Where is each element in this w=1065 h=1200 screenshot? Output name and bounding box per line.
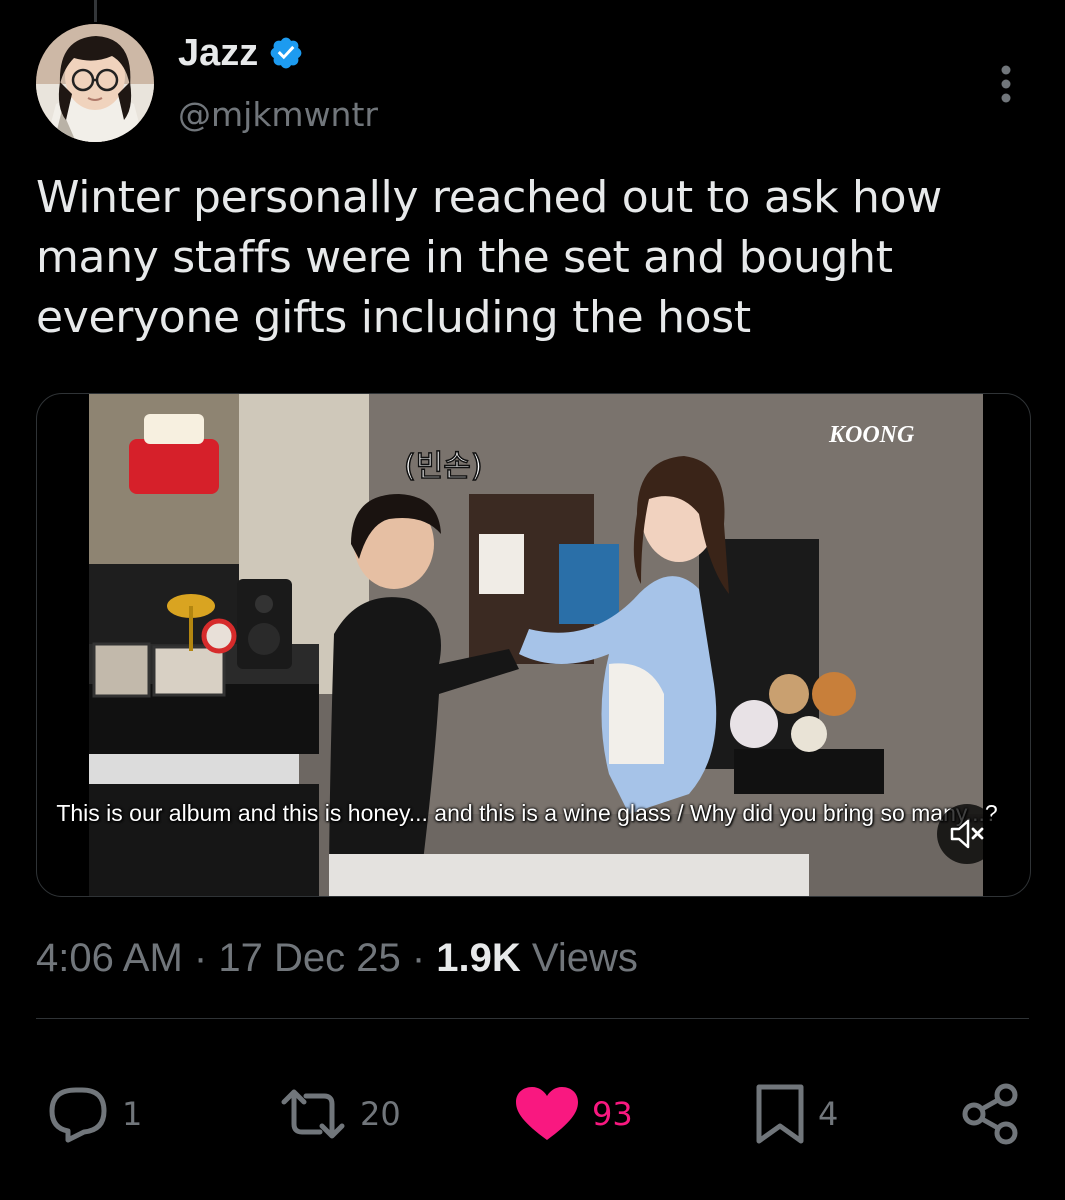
tweet-date[interactable]: 17 Dec 25 xyxy=(218,936,400,980)
video-overlay-title: (빈손) xyxy=(404,449,483,484)
reply-button[interactable]: 1 xyxy=(46,1082,142,1146)
repost-icon xyxy=(281,1089,345,1139)
like-button[interactable]: 93 xyxy=(514,1082,633,1146)
tweet-time[interactable]: 4:06 AM xyxy=(36,936,183,980)
author-name-row[interactable]: Jazz xyxy=(178,34,304,72)
like-count: 93 xyxy=(592,1095,633,1133)
verified-badge-icon xyxy=(268,35,304,71)
bookmark-icon xyxy=(756,1084,804,1144)
repost-count: 20 xyxy=(360,1095,401,1133)
bookmark-count: 4 xyxy=(818,1095,839,1133)
video-player[interactable]: (빈손) KOONG This is our album and this is… xyxy=(36,393,1031,897)
divider xyxy=(36,1018,1029,1019)
thread-connector-line xyxy=(94,0,97,22)
display-name[interactable]: Jazz xyxy=(178,34,258,72)
tweet-text: Winter personally reached out to ask how… xyxy=(36,172,942,343)
meta-separator: · xyxy=(411,936,426,980)
repost-button[interactable]: 20 xyxy=(278,1082,401,1146)
video-subtitle: This is our album and this is honey... a… xyxy=(56,800,998,826)
author-handle[interactable]: @mjkmwntr xyxy=(178,98,378,131)
share-button[interactable] xyxy=(960,1082,1022,1146)
views-label[interactable]: Views xyxy=(532,936,638,980)
mute-toggle-button[interactable] xyxy=(937,804,997,864)
heart-icon xyxy=(516,1087,578,1140)
tweet-detail-page: Jazz @mjkmwntr Winter personally reached… xyxy=(0,0,1065,1200)
avatar[interactable] xyxy=(36,24,154,142)
tweet-metadata: 4:06 AM · 17 Dec 25 · 1.9K Views xyxy=(36,932,638,984)
more-dots-icon[interactable] xyxy=(992,64,1020,104)
views-count[interactable]: 1.9K xyxy=(436,936,521,980)
meta-separator: · xyxy=(193,936,208,980)
muted-speaker-icon xyxy=(950,819,984,849)
bookmark-button[interactable]: 4 xyxy=(754,1082,838,1146)
reply-count: 1 xyxy=(122,1095,143,1133)
reply-bubble-icon xyxy=(49,1087,107,1143)
video-logo-text: KOONG xyxy=(828,422,915,448)
share-icon xyxy=(962,1083,1018,1145)
